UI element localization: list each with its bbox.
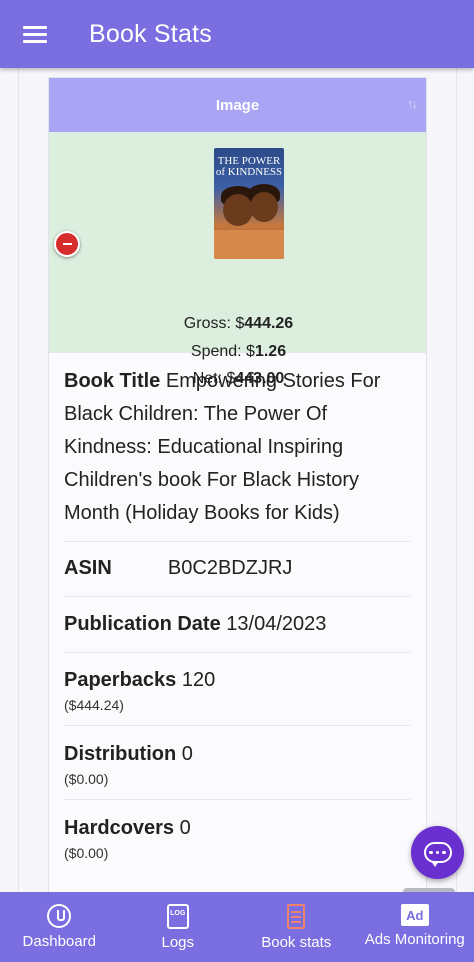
hardcovers-label: Hardcovers <box>64 817 175 839</box>
distribution-row: Distribution 0 ($0.00) <box>64 726 410 800</box>
book-title-label: Book Title <box>64 370 161 392</box>
nav-label: Dashboard <box>22 933 96 950</box>
column-header-label: Image <box>215 96 260 114</box>
asin-value: B0C2BDZJRJ <box>167 557 293 579</box>
hamburger-icon <box>23 22 47 47</box>
nav-logs[interactable]: LOG Logs <box>119 892 238 962</box>
hardcovers-value: 0 <box>179 817 191 839</box>
nav-book-stats[interactable]: Book stats <box>237 892 356 962</box>
asin-label: ASIN <box>64 557 112 579</box>
chat-button[interactable] <box>411 826 464 879</box>
book-title-row: Book Title Empowering Stories For Black … <box>64 365 410 542</box>
distribution-value: 0 <box>181 743 193 765</box>
image-column-header[interactable]: Image ↑↓ <box>49 78 426 132</box>
app-bar: Book Stats <box>0 0 474 68</box>
book-cover-image[interactable]: THE POWER of KINDNESS <box>214 148 284 259</box>
hardcovers-row: Hardcovers 0 ($0.00) <box>64 800 410 861</box>
distribution-amount: ($0.00) <box>64 771 109 787</box>
right-divider <box>456 68 457 892</box>
chat-bubble-icon <box>423 842 452 867</box>
paperbacks-row: Paperbacks 120 ($444.24) <box>64 653 410 726</box>
hardcovers-amount: ($0.00) <box>64 845 109 861</box>
book-title-value: Empowering Stories For Black Children: T… <box>64 370 381 524</box>
paperbacks-amount: ($444.24) <box>64 697 124 713</box>
book-icon <box>287 904 306 929</box>
minus-icon <box>62 243 72 245</box>
ad-icon: Ad <box>400 904 429 926</box>
spend-stat: Spend: $1.26 <box>190 343 287 360</box>
nav-dashboard[interactable]: Dashboard <box>0 892 119 962</box>
remove-button[interactable] <box>54 231 80 257</box>
logs-icon: LOG <box>166 904 189 929</box>
publication-date-label: Publication Date <box>64 613 221 635</box>
menu-button[interactable] <box>0 0 70 68</box>
book-details: Book Title Empowering Stories For Black … <box>64 365 410 861</box>
page-title: Book Stats <box>89 19 212 48</box>
distribution-label: Distribution <box>64 743 177 765</box>
paperbacks-label: Paperbacks <box>64 669 177 691</box>
asin-row: ASIN B0C2BDZJRJ <box>64 542 410 597</box>
nav-label: Logs <box>161 934 195 951</box>
gross-stat: Gross: $444.26 <box>183 315 294 332</box>
cover-title-text: THE POWER of KINDNESS <box>215 155 283 178</box>
sort-icon[interactable]: ↑↓ <box>407 96 418 111</box>
bottom-navigation: Dashboard LOG Logs Book stats Ad Ads Mon… <box>0 892 474 962</box>
publication-date-row: Publication Date 13/04/2023 <box>64 597 410 653</box>
left-divider <box>18 68 19 892</box>
nav-label: Book stats <box>261 934 332 951</box>
nav-ads-monitoring[interactable]: Ad Ads Monitoring <box>356 892 474 962</box>
publication-date-value: 13/04/2023 <box>226 613 327 635</box>
spend-value: 1.26 <box>254 343 287 360</box>
image-row: THE POWER of KINDNESS Gross: $444.26 Spe… <box>49 132 426 387</box>
dashboard-icon <box>47 904 72 928</box>
paperbacks-value: 120 <box>181 669 216 691</box>
nav-label: Ads Monitoring <box>364 931 465 948</box>
gross-value: 444.26 <box>244 315 294 332</box>
